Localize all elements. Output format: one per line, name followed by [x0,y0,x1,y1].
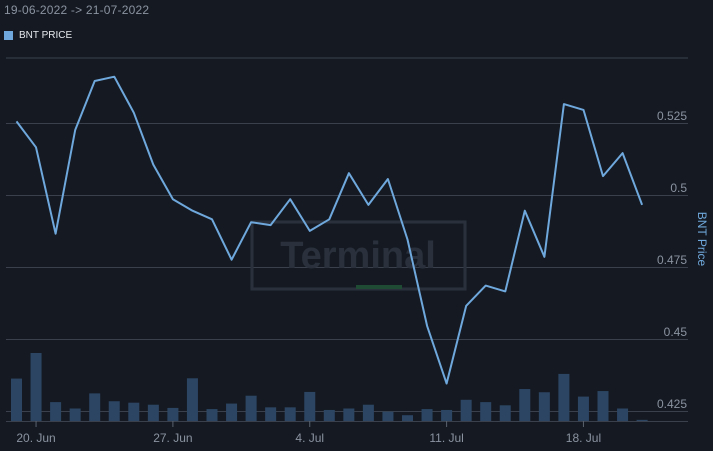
x-axis-ticks: 20. Jun 27. Jun 4. Jul 11. Jul 18. Jul [16,421,601,445]
volume-bar [128,402,140,421]
volume-bars [11,353,648,421]
volume-bar [284,407,296,421]
volume-bar [167,407,179,421]
volume-bar [108,401,120,421]
volume-bar [382,411,394,421]
volume-bar [362,404,374,421]
x-tick-label: 4. Jul [295,431,324,445]
volume-bar [460,399,472,421]
volume-bar [69,408,81,421]
volume-bar [558,373,570,421]
y-tick-label: 0.45 [664,325,688,339]
y-tick-label: 0.525 [657,109,687,123]
volume-bar [499,405,511,421]
volume-bar [441,409,453,421]
volume-bar [186,378,198,421]
x-tick-label: 27. Jun [153,431,192,445]
volume-bar [50,402,62,421]
price-series [15,75,644,385]
price-chart: Terminal 0.4250.450.4750.50.525 20. Jun 2… [6,57,709,445]
volume-bar [519,389,531,421]
volume-bar [11,378,22,421]
x-tick-label: 20. Jun [16,431,55,445]
price-line [15,75,644,385]
x-tick-label: 18. Jul [566,431,601,445]
volume-bar [402,415,413,421]
watermark-text: Terminal [280,235,436,277]
watermark-accent [356,285,402,289]
volume-bar [597,391,609,421]
volume-bar [343,408,355,421]
volume-bar [226,403,238,421]
volume-bar [323,409,335,421]
volume-bar [147,404,159,421]
volume-bar [245,395,257,421]
y-axis-ticks: 0.425 0.45 0.475 0.5 0.525 [657,109,687,411]
volume-bar [206,409,218,421]
volume-bar [636,419,648,421]
y-tick-label: 0.425 [657,397,687,411]
volume-bar [617,408,629,421]
volume-bar [30,353,42,421]
x-tick-label: 11. Jul [429,431,463,445]
watermark: Terminal [250,220,467,291]
volume-bar [304,391,316,421]
y-tick-label: 0.475 [657,253,687,267]
volume-bar [421,409,433,421]
volume-bar [265,407,277,421]
volume-bar [538,392,550,421]
volume-bar [480,402,492,421]
y-tick-label: 0.5 [670,181,687,195]
y-axis-label: BNT Price [695,212,709,267]
volume-bar [89,393,101,421]
volume-bar [577,396,589,421]
